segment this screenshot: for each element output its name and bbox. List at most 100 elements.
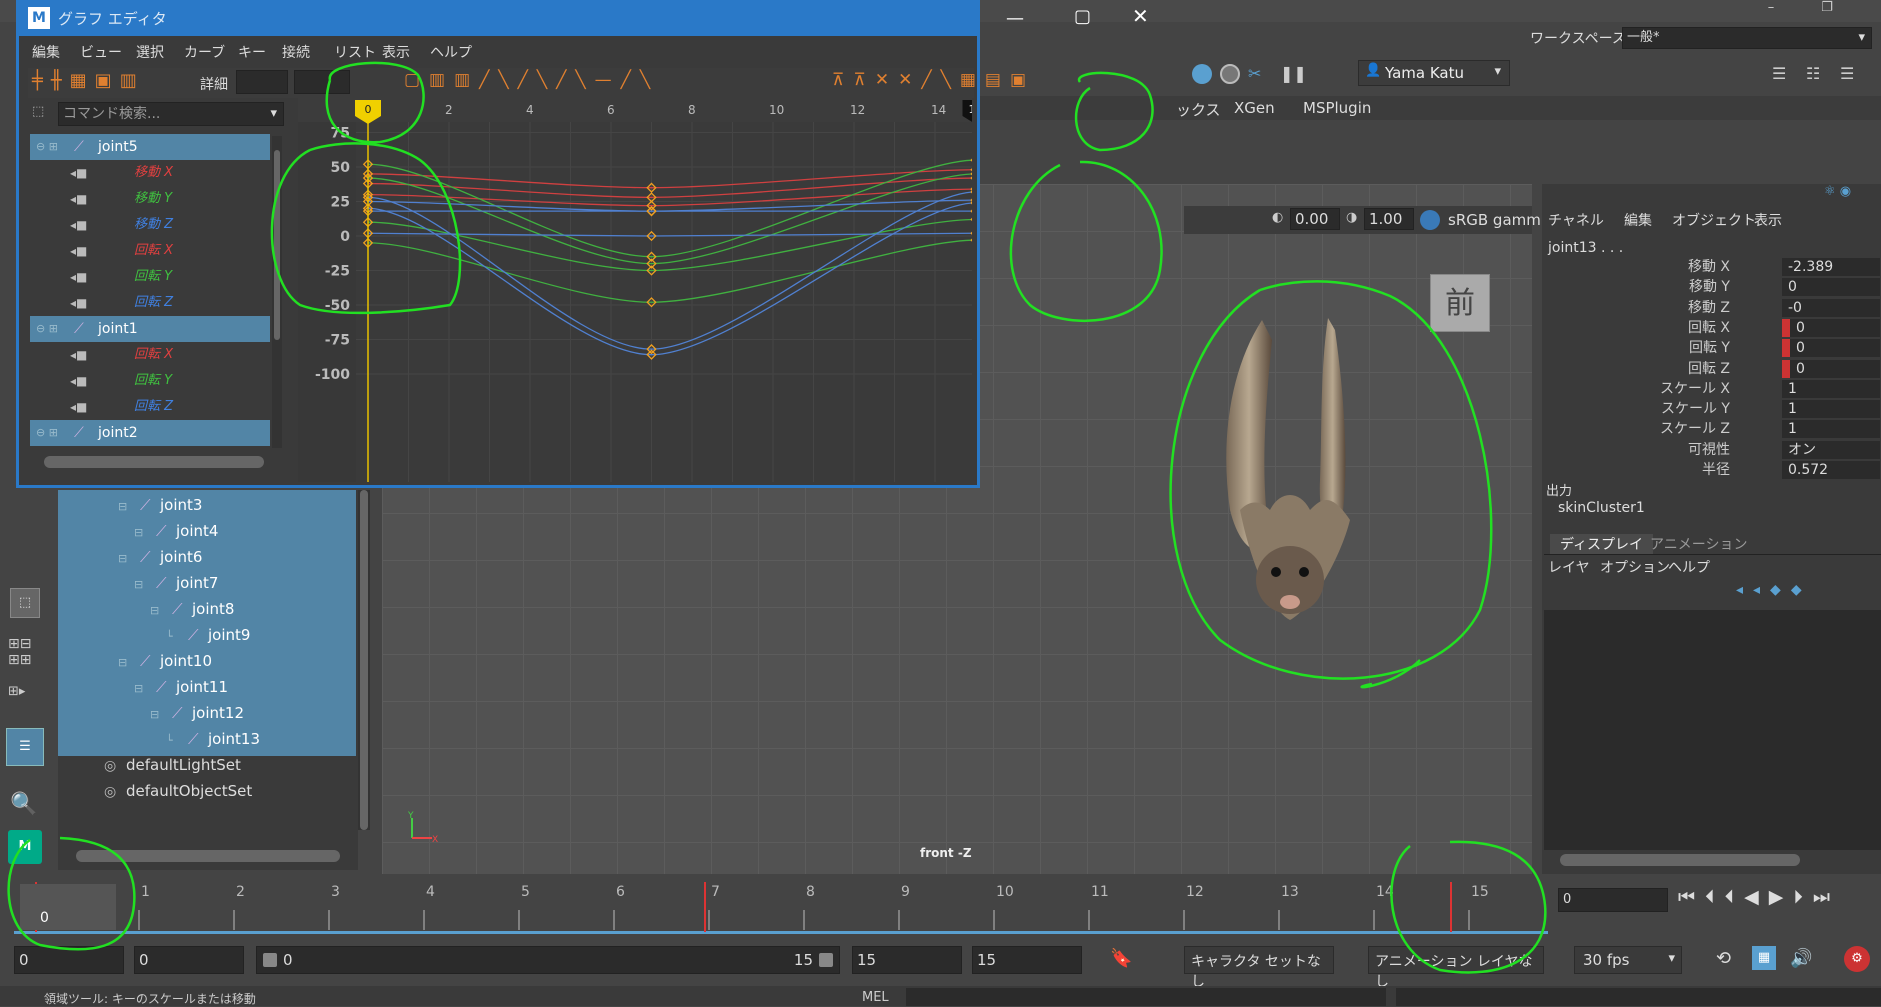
outliner-item[interactable]: joint13 bbox=[208, 730, 260, 748]
shelf-tab-msplugin[interactable]: MSPlugin bbox=[1303, 99, 1371, 117]
window-restore-button[interactable]: ❐ bbox=[1812, 0, 1842, 16]
graph-outliner-joint[interactable]: ⊖ ⊞ ⟋ joint5 bbox=[30, 134, 270, 160]
outliner-item[interactable]: joint6 bbox=[160, 548, 202, 566]
attribute-editor-icon[interactable]: ☷ bbox=[1806, 64, 1820, 83]
tool-settings-icon[interactable]: ☰ bbox=[1840, 64, 1854, 83]
collapse-icon[interactable]: ⊖ ⊞ bbox=[36, 316, 58, 342]
anim-end-field[interactable]: 15 bbox=[852, 946, 962, 974]
collapse-icon[interactable]: ⊖ ⊞ bbox=[36, 134, 58, 160]
ipr-icon[interactable] bbox=[1220, 64, 1240, 84]
detail-field-2[interactable] bbox=[294, 70, 350, 94]
menu-item-2[interactable]: 選択 bbox=[136, 40, 164, 66]
menu-item-5[interactable]: 接続 bbox=[282, 40, 310, 66]
anim-curve[interactable] bbox=[367, 202, 976, 356]
graph-outliner-joint[interactable]: ⊖ ⊞ ⟋ joint1 bbox=[30, 316, 270, 342]
channel-value[interactable]: 1 bbox=[1782, 420, 1880, 439]
channel-menu-item[interactable]: オブジェクト bbox=[1672, 208, 1756, 234]
color-management-icon[interactable] bbox=[1420, 210, 1440, 230]
render-icon[interactable] bbox=[1192, 64, 1212, 84]
menu-item-1[interactable]: ビュー bbox=[80, 40, 122, 66]
exposure-icon[interactable]: ◐ bbox=[1272, 210, 1283, 225]
maximize-button[interactable]: ▢ bbox=[1074, 6, 1091, 27]
layer-h-scrollbar[interactable] bbox=[1560, 854, 1800, 866]
channel-value[interactable]: 0 bbox=[1782, 339, 1880, 358]
layer-list[interactable] bbox=[1544, 610, 1881, 850]
shelf-tab-rendering[interactable]: ックス bbox=[1176, 99, 1221, 120]
curve-graph[interactable]: 246810121467550250-25-50-75-100015 bbox=[298, 98, 1020, 482]
command-search-input[interactable]: コマンド検索... ▾ bbox=[58, 102, 284, 126]
bookmark-icon[interactable]: 🔖 bbox=[1110, 948, 1132, 969]
outliner-layout-icon[interactable]: ☰ bbox=[6, 728, 44, 766]
channel-value[interactable]: -2.389 bbox=[1782, 258, 1880, 276]
menu-item-4[interactable]: キー bbox=[238, 40, 266, 66]
tree-connector-icon[interactable]: ⊟ bbox=[150, 604, 159, 617]
channel-value[interactable]: -0 bbox=[1782, 298, 1880, 317]
graph-outliner-joint[interactable]: ⊖ ⊞ ⟋ joint2 bbox=[30, 420, 270, 446]
end-time-field[interactable]: 15 bbox=[972, 946, 1082, 974]
fps-dropdown[interactable]: 30 fps ▾ bbox=[1574, 946, 1682, 974]
channel-row[interactable]: スケール Z 1 bbox=[1550, 419, 1880, 439]
current-frame-box[interactable] bbox=[20, 884, 116, 930]
graph-outliner-attr[interactable]: ◂■ 回転 X bbox=[30, 238, 270, 264]
gamma-field[interactable]: 1.00 bbox=[1364, 208, 1414, 230]
view-cube-front[interactable]: 前 bbox=[1430, 274, 1490, 332]
anim-curve[interactable] bbox=[367, 169, 976, 189]
channel-value[interactable]: オン bbox=[1782, 440, 1880, 459]
sidebar-toggle-icon[interactable]: ☰ bbox=[1772, 64, 1786, 83]
cache-icon[interactable]: ▦ bbox=[1752, 946, 1776, 970]
tree-connector-icon[interactable]: ⊟ bbox=[150, 708, 159, 721]
pause-icon[interactable]: ❚❚ bbox=[1280, 64, 1307, 83]
tree-connector-icon[interactable]: ⊟ bbox=[134, 682, 143, 695]
channel-box-object-name[interactable]: joint13 . . . bbox=[1548, 240, 1623, 256]
detail-field[interactable] bbox=[236, 70, 288, 94]
preferences-icon[interactable]: ⚙ bbox=[1844, 946, 1870, 972]
outliner-h-scrollbar[interactable] bbox=[76, 850, 340, 862]
menu-item-3[interactable]: カーブ bbox=[184, 40, 225, 66]
anim-layer-dropdown[interactable]: アニメーション レイヤなし bbox=[1368, 946, 1544, 990]
window-minimize-button[interactable]: – bbox=[1756, 0, 1786, 16]
tree-connector-icon[interactable]: ⊟ bbox=[118, 656, 127, 669]
channel-row[interactable]: 回転 X 0 bbox=[1550, 318, 1880, 338]
graph-outliner-scroll-thumb[interactable] bbox=[274, 150, 280, 340]
sound-icon[interactable]: 🔊 bbox=[1790, 948, 1812, 969]
color-space-label[interactable]: sRGB gamm bbox=[1448, 211, 1541, 229]
playback-controls[interactable]: ⏮⏴⏴◀▶⏵⏭ bbox=[1678, 886, 1840, 908]
channel-menu-item[interactable]: 表示 bbox=[1754, 208, 1782, 234]
channel-row[interactable]: 回転 Z 0 bbox=[1550, 359, 1880, 379]
start-time-field[interactable]: 0 bbox=[14, 946, 124, 974]
outliner-item[interactable]: joint3 bbox=[160, 496, 202, 514]
graph-outliner-attr[interactable]: ◂■ 移動 Z bbox=[30, 212, 270, 238]
layout-four-icon[interactable]: ⊞⊟ ⊞⊞ bbox=[8, 636, 42, 670]
loop-icon[interactable]: ⟲ bbox=[1716, 948, 1731, 969]
tab-animation[interactable]: アニメーション bbox=[1650, 534, 1747, 554]
bat-model[interactable] bbox=[1210, 310, 1370, 640]
channel-row[interactable]: 移動 Z -0 bbox=[1550, 298, 1880, 318]
channel-row[interactable]: 移動 Y 0 bbox=[1550, 277, 1880, 297]
menu-item-0[interactable]: 編集 bbox=[32, 40, 60, 66]
graph-toolbar-right-icons[interactable]: ⊼⊼✕✕╱╲▦▤▣ bbox=[832, 70, 1035, 90]
key-point[interactable] bbox=[970, 154, 981, 166]
outliner-scroll-thumb[interactable] bbox=[360, 490, 368, 830]
workspace-dropdown[interactable]: 一般* ▾ bbox=[1622, 27, 1872, 49]
tree-connector-icon[interactable]: ⊟ bbox=[118, 500, 127, 513]
tree-connector-icon[interactable]: └ bbox=[166, 734, 173, 747]
snap-grid-icon[interactable]: ⬚ bbox=[10, 588, 40, 618]
channel-value[interactable]: 1 bbox=[1782, 400, 1880, 419]
key-point[interactable] bbox=[970, 234, 981, 246]
minimize-button[interactable]: — bbox=[1006, 8, 1024, 29]
menu-item-7[interactable]: 表示 bbox=[382, 40, 410, 66]
graph-outliner-h-scrollbar[interactable] bbox=[44, 456, 264, 468]
outliner-item[interactable]: joint10 bbox=[160, 652, 212, 670]
command-line-input[interactable] bbox=[906, 988, 1386, 1006]
outliner-item[interactable]: joint11 bbox=[176, 678, 228, 696]
channel-row[interactable]: 可視性 オン bbox=[1550, 440, 1880, 460]
outliner-set-item[interactable]: defaultObjectSet bbox=[126, 782, 252, 800]
graph-outliner-attr[interactable]: ◂■ 回転 X bbox=[30, 342, 270, 368]
channel-row[interactable]: スケール X 1 bbox=[1550, 379, 1880, 399]
search-icon[interactable]: 🔍 bbox=[10, 792, 37, 817]
character-set-dropdown[interactable]: キャラクタ セットなし bbox=[1184, 946, 1334, 990]
graph-outliner-attr[interactable]: ◂■ 移動 Y bbox=[30, 186, 270, 212]
menu-item-8[interactable]: ヘルプ bbox=[430, 40, 472, 66]
tree-connector-icon[interactable]: └ bbox=[166, 630, 173, 643]
range-slider[interactable]: 0 15 bbox=[256, 946, 840, 974]
